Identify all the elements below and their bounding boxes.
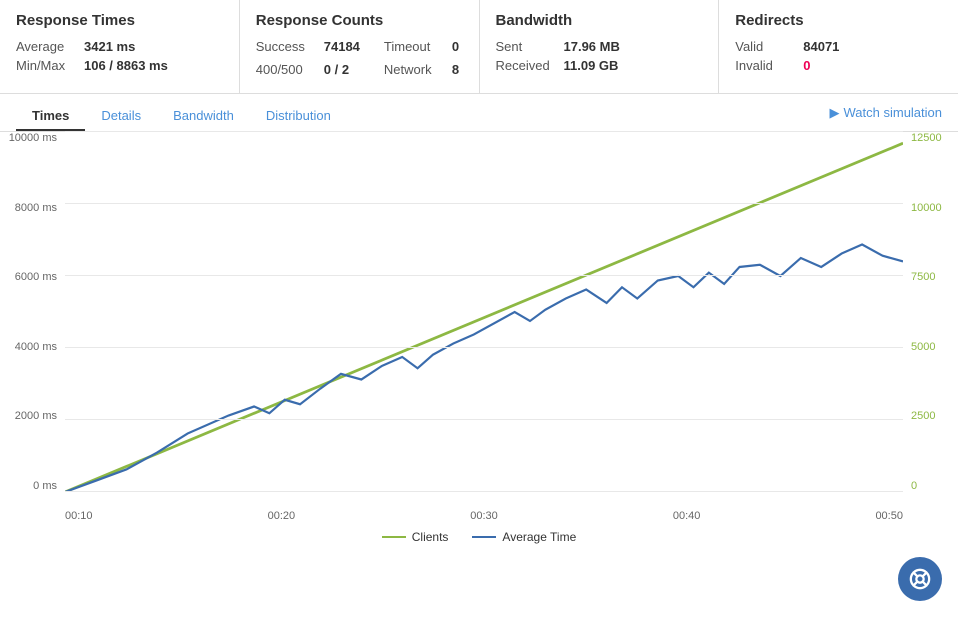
minmax-value: 106 / 8863 ms (84, 58, 168, 73)
lifebuoy-icon (909, 568, 931, 590)
chart-svg (65, 132, 903, 492)
watch-simulation-button[interactable]: ▶ Watch simulation (830, 105, 943, 129)
x-label-2: 00:30 (470, 510, 498, 522)
response-times-title: Response Times (16, 12, 223, 29)
tab-distribution[interactable]: Distribution (250, 102, 347, 131)
chart-canvas (65, 132, 903, 492)
y-axis-left: 0 ms 2000 ms 4000 ms 6000 ms 8000 ms 100… (0, 132, 65, 492)
y-left-label-2: 4000 ms (15, 341, 57, 353)
clients-legend-label: Clients (412, 530, 449, 544)
valid-value: 84071 (803, 39, 839, 54)
x-label-1: 00:20 (268, 510, 296, 522)
legend-clients: Clients (382, 530, 449, 544)
response-counts-card: Response Counts Success 74184 400/500 0 … (240, 0, 480, 93)
y-right-label-1: 2500 (911, 410, 935, 422)
chart-area: 0 ms 2000 ms 4000 ms 6000 ms 8000 ms 100… (0, 132, 958, 522)
legend-avg-time: Average Time (472, 530, 576, 544)
y-right-label-3: 7500 (911, 271, 935, 283)
response-counts-title: Response Counts (256, 12, 463, 29)
average-value: 3421 ms (84, 39, 135, 54)
bandwidth-card: Bandwidth Sent 17.96 MB Received 11.09 G… (480, 0, 720, 93)
tabs: Times Details Bandwidth Distribution (16, 102, 347, 131)
grid-line-1 (65, 419, 903, 420)
grid-line-5 (65, 131, 903, 132)
x-label-4: 00:50 (875, 510, 903, 522)
sent-label: Sent (496, 39, 556, 54)
help-button[interactable] (898, 557, 942, 601)
received-label: Received (496, 58, 556, 73)
clients-line (65, 143, 903, 492)
timeout-label: Timeout (384, 39, 444, 54)
average-label: Average (16, 39, 76, 54)
status-label: 400/500 (256, 62, 316, 77)
y-right-label-0: 0 (911, 480, 917, 492)
y-right-label-4: 10000 (911, 202, 942, 214)
success-label: Success (256, 39, 316, 54)
tab-bandwidth[interactable]: Bandwidth (157, 102, 250, 131)
y-right-label-2: 5000 (911, 341, 935, 353)
x-label-3: 00:40 (673, 510, 701, 522)
watch-simulation-label: Watch simulation (844, 105, 943, 120)
received-value: 11.09 GB (564, 58, 619, 73)
minmax-label: Min/Max (16, 58, 76, 73)
response-times-card: Response Times Average 3421 ms Min/Max 1… (0, 0, 240, 93)
tab-times[interactable]: Times (16, 102, 85, 131)
clients-legend-line (382, 536, 406, 538)
y-left-label-0: 0 ms (33, 480, 57, 492)
avg-time-legend-line (472, 536, 496, 538)
grid-line-3 (65, 275, 903, 276)
invalid-label: Invalid (735, 58, 795, 73)
grid-line-2 (65, 347, 903, 348)
play-icon: ▶ (830, 105, 840, 121)
x-axis: 00:10 00:20 00:30 00:40 00:50 (65, 510, 903, 522)
valid-label: Valid (735, 39, 795, 54)
network-value: 8 (452, 62, 459, 77)
redirects-card: Redirects Valid 84071 Invalid 0 (719, 0, 958, 93)
y-axis-right: 0 2500 5000 7500 10000 12500 (903, 132, 958, 492)
timeout-value: 0 (452, 39, 459, 54)
bandwidth-title: Bandwidth (496, 12, 703, 29)
stats-row: Response Times Average 3421 ms Min/Max 1… (0, 0, 958, 94)
tab-details[interactable]: Details (85, 102, 157, 131)
x-label-0: 00:10 (65, 510, 93, 522)
tabs-bar: Times Details Bandwidth Distribution ▶ W… (0, 94, 958, 132)
y-left-label-4: 8000 ms (15, 202, 57, 214)
grid-line-0 (65, 491, 903, 492)
avg-time-line (65, 245, 903, 493)
success-value: 74184 (324, 39, 360, 54)
avg-time-legend-label: Average Time (502, 530, 576, 544)
y-left-label-3: 6000 ms (15, 271, 57, 283)
y-left-label-5: 10000 ms (9, 132, 57, 144)
invalid-value: 0 (803, 58, 810, 73)
status-value: 0 / 2 (324, 62, 349, 77)
y-left-label-1: 2000 ms (15, 410, 57, 422)
chart-legend: Clients Average Time (0, 522, 958, 548)
grid-line-4 (65, 203, 903, 204)
redirects-title: Redirects (735, 12, 942, 29)
sent-value: 17.96 MB (564, 39, 620, 54)
y-right-label-5: 12500 (911, 132, 942, 144)
network-label: Network (384, 62, 444, 77)
